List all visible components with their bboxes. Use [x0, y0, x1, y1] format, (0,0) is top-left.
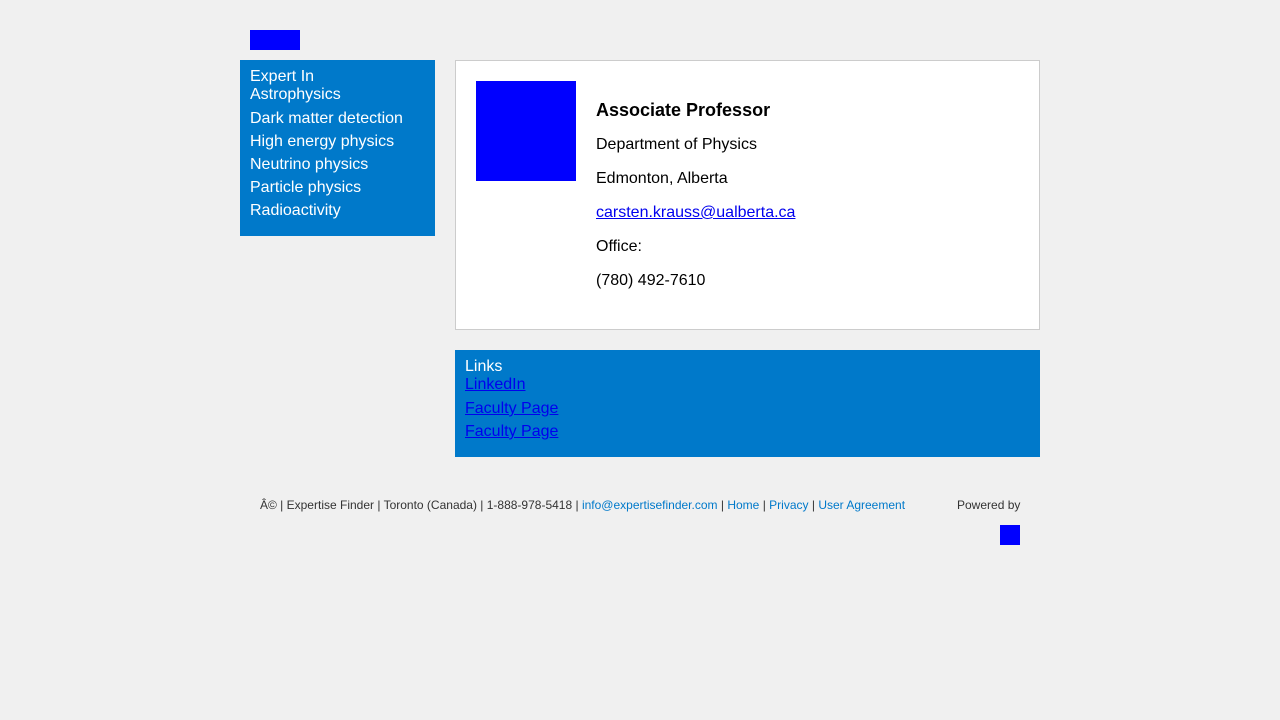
expertise-item[interactable]: High energy physics [250, 130, 425, 153]
links-heading: Links [465, 358, 503, 375]
link-faculty-page[interactable]: Faculty Page [465, 423, 558, 440]
profile-office-label: Office: [596, 238, 642, 255]
profile-phone: (780) 492-7610 [596, 272, 706, 289]
powered-by-label: Powered by [957, 498, 1021, 512]
expertise-item[interactable]: Radioactivity [250, 199, 425, 222]
footer-separator: | [811, 498, 815, 512]
powered-by-logo[interactable] [1000, 525, 1020, 545]
profile-location: Edmonton, Alberta [596, 170, 728, 187]
profile-title: Associate Professor [596, 100, 771, 120]
footer-privacy-link[interactable]: Privacy [769, 498, 808, 512]
expert-in-panel: Expert In Astrophysics Dark matter detec… [240, 60, 435, 236]
footer-copyright: Â© | Expertise Finder | Toronto (Canada)… [260, 498, 579, 512]
link-faculty-page[interactable]: Faculty Page [465, 400, 558, 417]
footer-email-link[interactable]: info@expertisefinder.com [582, 498, 718, 512]
expertise-item[interactable]: Particle physics [250, 176, 425, 199]
links-list: LinkedIn Faculty Page Faculty Page [465, 376, 1030, 443]
expertise-item[interactable]: Dark matter detection [250, 107, 425, 130]
profile-department: Department of Physics [596, 136, 757, 153]
expert-in-heading: Expert In [250, 68, 315, 85]
links-panel: Links LinkedIn Faculty Page Faculty Page [455, 350, 1040, 457]
footer-agreement-link[interactable]: User Agreement [818, 498, 905, 512]
site-logo[interactable] [250, 30, 300, 50]
link-linkedin[interactable]: LinkedIn [465, 376, 526, 393]
profile-email-link[interactable]: carsten.krauss@ualberta.ca [596, 204, 795, 221]
expertise-item[interactable]: Astrophysics [250, 86, 425, 104]
footer-home-link[interactable]: Home [727, 498, 759, 512]
footer-separator: | [762, 498, 766, 512]
expertise-list: Astrophysics Dark matter detection High … [250, 86, 425, 222]
profile-info: Associate Professor Department of Physic… [596, 99, 795, 305]
profile-photo [476, 81, 576, 181]
footer: Â© | Expertise Finder | Toronto (Canada)… [260, 498, 905, 512]
profile-card: Associate Professor Department of Physic… [455, 60, 1040, 330]
expertise-item[interactable]: Neutrino physics [250, 153, 425, 176]
footer-separator: | [720, 498, 724, 512]
